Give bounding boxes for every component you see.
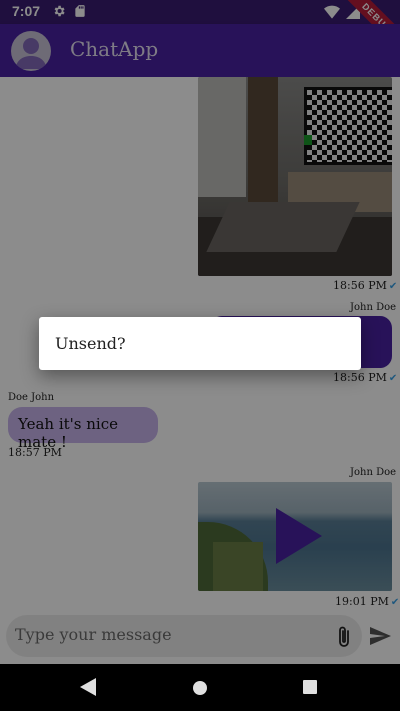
unsend-dialog[interactable]: Unsend? <box>39 317 361 370</box>
back-icon[interactable] <box>80 678 96 696</box>
dialog-text[interactable]: Unsend? <box>55 334 126 353</box>
system-nav-bar <box>0 664 400 711</box>
recents-icon[interactable] <box>303 680 317 694</box>
home-icon[interactable] <box>192 680 208 696</box>
